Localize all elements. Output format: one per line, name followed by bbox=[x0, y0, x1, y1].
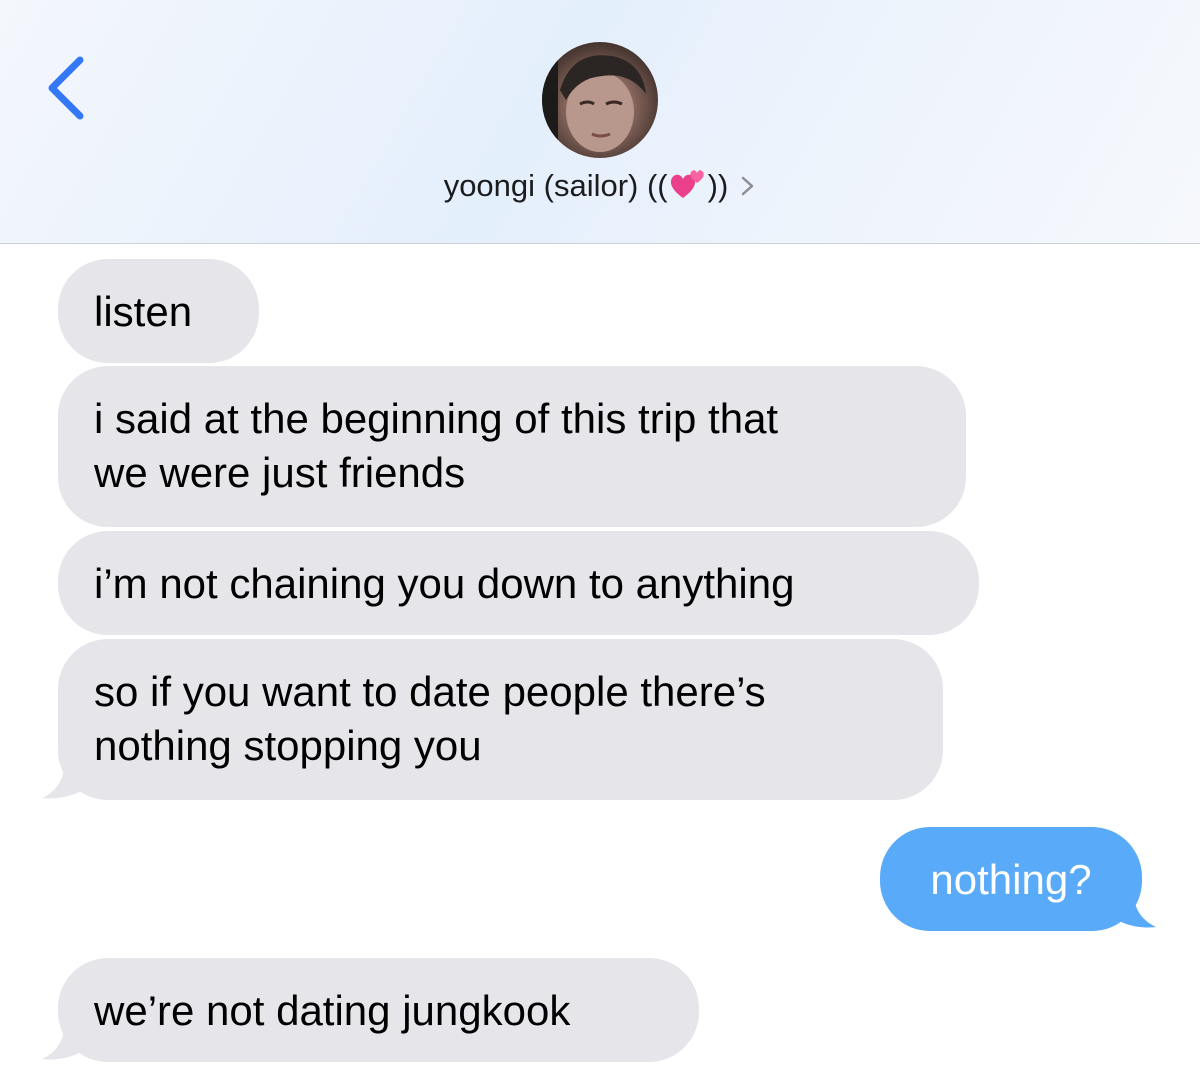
message-bubble-incoming[interactable]: so if you want to date people there’s no… bbox=[58, 639, 943, 800]
conversation-header: yoongi (sailor) (( )) bbox=[0, 0, 1200, 244]
message-text-line: nothing? bbox=[930, 856, 1092, 903]
contact-name-button[interactable]: yoongi (sailor) (( )) bbox=[444, 168, 757, 204]
bubble-tail bbox=[42, 760, 86, 799]
message-bubble-incoming[interactable]: we’re not dating jungkook bbox=[58, 958, 699, 1062]
message-text-line: we’re not dating jungkook bbox=[94, 987, 571, 1034]
message-text-line: listen bbox=[94, 288, 193, 335]
bubble-tail bbox=[1112, 889, 1156, 928]
bubble-tail bbox=[42, 1021, 86, 1060]
message-bubble-incoming[interactable]: i’m not chaining you down to anything bbox=[58, 531, 979, 635]
contact-name-suffix: )) bbox=[707, 168, 729, 203]
chevron-right-icon bbox=[742, 176, 754, 196]
message-text-line: we were just friends bbox=[94, 449, 466, 496]
back-button[interactable] bbox=[40, 48, 96, 128]
avatar[interactable] bbox=[542, 42, 658, 158]
message-bubble-incoming[interactable]: listen bbox=[58, 259, 259, 363]
message-text-line: so if you want to date people there’s bbox=[94, 668, 766, 715]
message-bubble-incoming[interactable]: i said at the beginning of this trip tha… bbox=[58, 366, 966, 527]
contact-name[interactable]: yoongi (sailor) (( )) bbox=[0, 168, 1200, 204]
message-text-line: nothing stopping you bbox=[94, 722, 482, 769]
message-text-line: i said at the beginning of this trip tha… bbox=[94, 395, 779, 442]
two-hearts-icon bbox=[670, 170, 704, 198]
message-text-line: i’m not chaining you down to anything bbox=[94, 560, 795, 607]
contact-name-text: yoongi (sailor) (( bbox=[443, 168, 668, 203]
contact-photo bbox=[542, 42, 646, 158]
chevron-left-icon bbox=[48, 56, 84, 120]
message-bubble-outgoing[interactable]: nothing? bbox=[880, 827, 1142, 931]
